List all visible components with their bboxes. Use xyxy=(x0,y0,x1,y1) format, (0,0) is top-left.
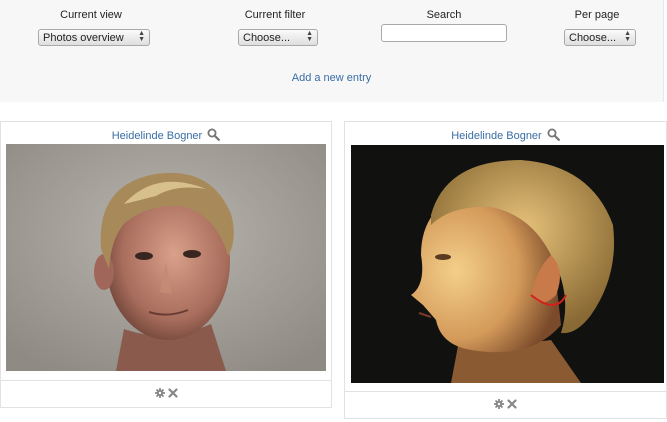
close-icon[interactable] xyxy=(507,398,517,412)
current-view-select[interactable]: Photos overview ▲ ▼ xyxy=(38,29,150,46)
select-arrows-icon: ▲ ▼ xyxy=(306,30,313,43)
current-view-label: Current view xyxy=(60,9,122,21)
gear-icon[interactable] xyxy=(154,387,165,401)
current-filter-value: Choose... xyxy=(243,32,291,44)
per-page-select[interactable]: Choose... ▲ ▼ xyxy=(564,29,636,46)
gear-icon[interactable] xyxy=(494,398,504,412)
search-input[interactable] xyxy=(381,24,507,42)
per-page-value: Choose... xyxy=(569,32,617,44)
current-view-value: Photos overview xyxy=(43,32,124,44)
card-title-link[interactable]: Heidelinde Bogner xyxy=(451,130,542,142)
photo-card: Heidelinde Bogner xyxy=(344,121,667,419)
profile-photo[interactable] xyxy=(351,145,664,383)
toolbar: Current view Photos overview ▲ ▼ Current … xyxy=(0,0,664,102)
select-arrows-icon: ▲ ▼ xyxy=(138,30,145,43)
card-title: Heidelinde Bogner xyxy=(1,128,331,144)
add-entry-link[interactable]: Add a new entry xyxy=(0,72,663,84)
select-arrows-icon: ▲ ▼ xyxy=(624,30,631,43)
current-filter-select[interactable]: Choose... ▲ ▼ xyxy=(238,29,318,46)
card-actions xyxy=(345,391,666,418)
search-icon[interactable] xyxy=(207,128,221,144)
search-label: Search xyxy=(426,9,462,21)
card-title: Heidelinde Bogner xyxy=(345,128,666,144)
photo-card: Heidelinde Bogner xyxy=(0,121,332,408)
current-filter-label: Current filter xyxy=(244,9,306,21)
card-title-link[interactable]: Heidelinde Bogner xyxy=(112,130,203,142)
search-icon[interactable] xyxy=(547,128,560,144)
portrait-photo[interactable] xyxy=(6,144,326,371)
close-icon[interactable] xyxy=(167,387,178,401)
toolbar-gap xyxy=(0,102,667,118)
card-actions xyxy=(1,380,331,407)
per-page-label: Per page xyxy=(574,9,620,21)
